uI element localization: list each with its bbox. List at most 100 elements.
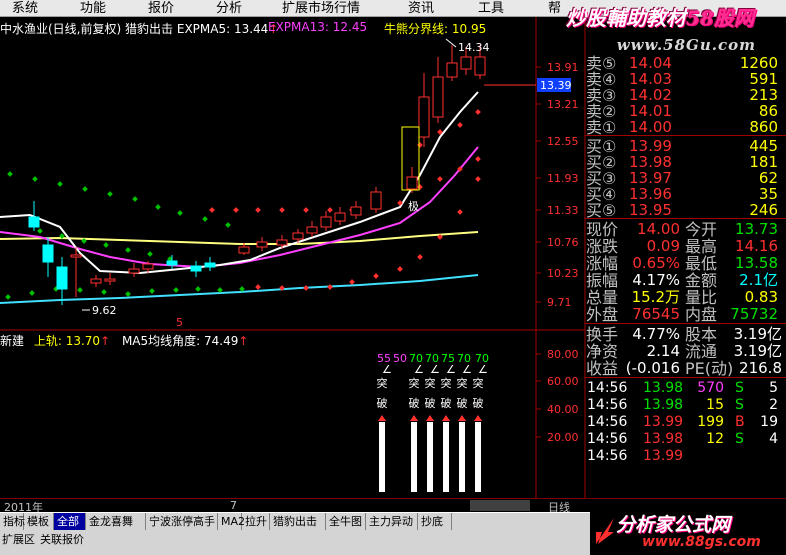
price-axis-label: 11.33: [547, 204, 579, 217]
signal-bar: [379, 422, 385, 492]
green-signal-dot: [202, 216, 208, 222]
stock-name: 中水渔业(日线,前复权): [0, 22, 122, 36]
info-label: 收益: [586, 359, 619, 378]
red-signal-dot: [475, 109, 481, 115]
red-signal-dot: [233, 207, 239, 213]
menu-tools[interactable]: 工具: [478, 0, 504, 17]
candle-body: [70, 254, 82, 258]
watermark-top: 炒股輔助教材58股网: [566, 2, 782, 32]
bullbear-value: 牛熊分界线: 10.95: [384, 22, 487, 36]
marker-annotation: 5: [176, 316, 183, 329]
signal-char-1: 突: [473, 376, 484, 390]
candle-body: [406, 176, 418, 190]
indicator-tab[interactable]: 指标: [0, 513, 25, 531]
red-signal-dot: [457, 209, 463, 215]
green-signal-dot: [57, 181, 63, 187]
signal-char-1: 突: [409, 376, 420, 390]
candle-body: [370, 191, 382, 210]
candle-body: [128, 268, 140, 274]
price-axis-label: 12.55: [547, 135, 579, 148]
signal-arrow-icon: ∠: [414, 363, 424, 376]
red-signal-dot: [417, 254, 423, 260]
menu-function[interactable]: 功能: [80, 0, 106, 17]
menu-help[interactable]: 帮: [548, 0, 561, 17]
green-signal-dot: [195, 286, 201, 292]
candle-body: [166, 260, 178, 266]
menu-analysis[interactable]: 分析: [216, 0, 242, 17]
indicator-tab[interactable]: 猎豹出击: [270, 513, 326, 531]
green-signal-dot: [155, 204, 161, 210]
watermark-bottom-url: www.88gs.com: [642, 534, 761, 550]
red-signal-dot: [303, 285, 309, 291]
candle-body: [190, 265, 202, 272]
green-signal-dot: [82, 186, 88, 192]
watermark-top-text: 炒股輔助教材: [566, 6, 686, 30]
main-chart-header: 中水渔业(日线,前复权) 猎豹出击 EXPMA5: 13.44↑: [0, 22, 279, 36]
stat-row[interactable]: 外盘 76545 内盘 75732: [585, 305, 786, 324]
indicator-tab[interactable]: 宁波涨停高手: [146, 513, 218, 531]
menu-quote[interactable]: 报价: [148, 0, 174, 17]
signal-char-2: 破: [473, 396, 484, 410]
signal-char-2: 破: [425, 396, 436, 410]
sub-axis-label: 80.00: [547, 348, 579, 361]
status-tab-extended[interactable]: 扩展区: [2, 532, 35, 548]
indicator-tab[interactable]: 拉升: [242, 513, 270, 531]
sub-indicator-name: 新建: [0, 334, 25, 348]
menu-info[interactable]: 资讯: [408, 0, 434, 17]
ma5-angle-value: MA5均线角度: 74.49: [121, 334, 239, 348]
signal-arrow-icon: ∠: [478, 363, 488, 376]
indicator-tab[interactable]: 全部: [54, 513, 86, 531]
signal-up-arrow-icon: [458, 415, 466, 421]
tick-price: 13.99: [643, 448, 684, 464]
time-label-month: 7: [230, 499, 237, 512]
menu-system[interactable]: 系统: [12, 0, 38, 17]
status-tab-related-quote[interactable]: 关联报价: [40, 532, 84, 548]
candle-body: [42, 244, 54, 263]
signal-char-2: 破: [377, 396, 388, 410]
signal-up-arrow-icon: [442, 415, 450, 421]
candle-body: [142, 263, 154, 270]
indicator-tab-bar: 指标 模板 全部 金龙喜舞 宁波涨停高手 MA2 拉升 猎豹出击 全牛图 主力异动 抄底: [0, 512, 600, 531]
indicator-tab[interactable]: 抄底: [418, 513, 452, 531]
watermark-bottom-text: 分析家公式网: [616, 514, 731, 536]
price-axis-label: 10.23: [547, 267, 579, 280]
indicator-tab[interactable]: 金龙喜舞: [86, 513, 146, 531]
menu-extended-market[interactable]: 扩展市场行情: [282, 0, 360, 17]
time-scrollbar[interactable]: [470, 500, 530, 511]
info-value: 216.8: [739, 359, 782, 377]
stat-label: 外盘: [586, 305, 619, 324]
tick-time: 14:56: [587, 448, 628, 464]
red-signal-dot: [255, 284, 261, 290]
candle-body: [320, 216, 332, 228]
quote-separator: [585, 135, 786, 136]
info-row[interactable]: 收益 (-0.016 PE(动) 216.8: [585, 359, 786, 378]
red-signal-dot: [417, 184, 423, 190]
watermark-top-accent: 58股网: [686, 6, 754, 30]
green-signal-dot: [7, 171, 13, 177]
expma13-value: EXPMA13: 12.45: [268, 20, 368, 34]
green-signal-dot: [132, 196, 138, 202]
tick-row[interactable]: 14:56 13.99: [585, 447, 786, 466]
expma5-value: EXPMA5: 13.44: [176, 22, 269, 36]
indicator-tab[interactable]: 全牛图: [326, 513, 366, 531]
sub-chart-header: 新建 上轨: 13.70↑ MA5均线角度: 74.49↑: [0, 334, 249, 348]
indicator-tab[interactable]: 主力异动: [366, 513, 418, 531]
signal-arrow-icon: ∠: [462, 363, 472, 376]
signal-bar: [475, 422, 481, 492]
signal-char-1: 突: [441, 376, 452, 390]
signal-up-arrow-icon: [378, 415, 386, 421]
green-signal-dot: [147, 251, 153, 257]
red-signal-dot: [279, 207, 285, 213]
signal-bar: [411, 422, 417, 492]
green-signal-dot: [5, 294, 11, 300]
signal-bar: [443, 422, 449, 492]
quote-separator: [585, 218, 786, 219]
candle-body: [56, 266, 68, 290]
indicator-tab[interactable]: 模板: [24, 513, 54, 531]
indicator-tab[interactable]: MA2: [218, 513, 245, 531]
red-signal-dot: [303, 207, 309, 213]
price-axis-label: 10.76: [547, 236, 579, 249]
stat-value: 75732: [730, 305, 778, 323]
candle-body: [292, 232, 304, 240]
red-signal-dot: [373, 273, 379, 279]
